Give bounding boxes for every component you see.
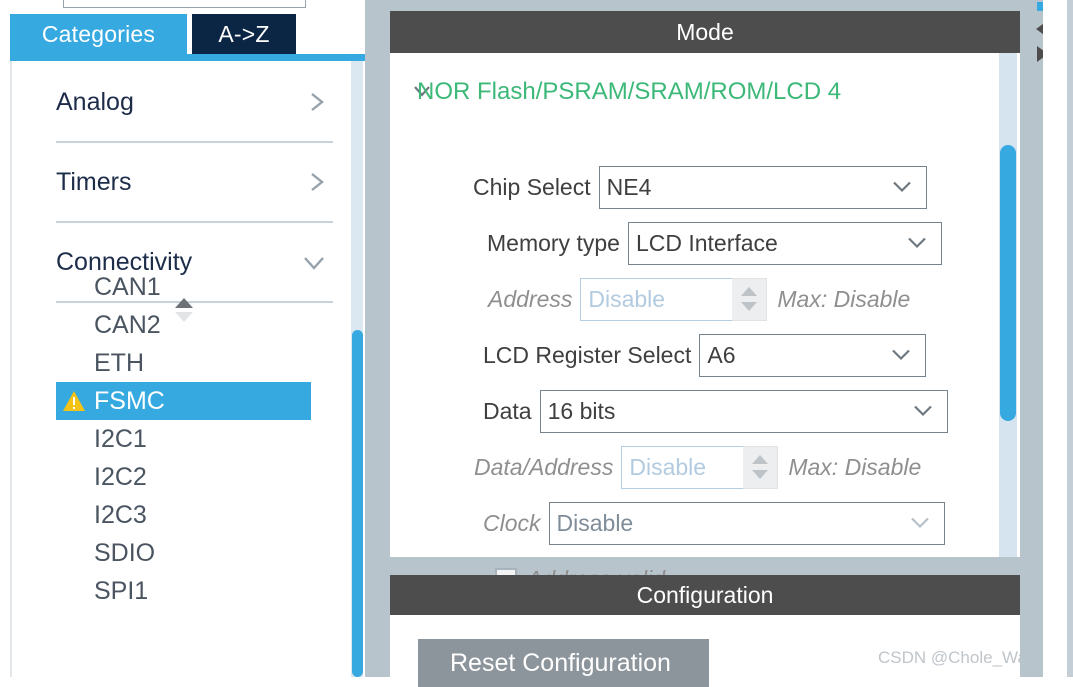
search-input[interactable]	[63, 0, 306, 8]
peripheral-item-i2c1[interactable]: I2C1	[56, 420, 311, 458]
field-row-data-address: Data/Address Disable Max: Disable	[474, 445, 921, 489]
spinner-up-icon	[752, 455, 769, 464]
field-row-address: Address Disable Max: Disable	[488, 277, 910, 321]
spinner-down-icon	[752, 470, 769, 479]
address-max-label: Max: Disable	[777, 285, 911, 312]
peripheral-label-eth: ETH	[94, 348, 144, 377]
tab-categories[interactable]: Categories	[10, 14, 187, 54]
peripheral-item-eth[interactable]: ETH	[56, 344, 311, 382]
memory-type-label: Memory type	[487, 229, 620, 256]
lcd-register-select-value: A6	[707, 341, 736, 368]
data-value: 16 bits	[547, 397, 616, 424]
memory-type-value: LCD Interface	[635, 229, 778, 256]
chevron-down-icon	[905, 230, 929, 257]
field-row-clock: Clock Disable	[483, 501, 945, 545]
configuration-panel-title: Configuration	[636, 581, 774, 608]
peripheral-label-i2c2: I2C2	[94, 462, 147, 491]
mode-panel-header: Mode	[390, 11, 1020, 53]
reset-configuration-label: Reset Configuration	[450, 648, 671, 677]
categories-sidebar: Categories A->Z Analog Timers Connectivi…	[0, 0, 373, 677]
spinner-up-icon	[741, 287, 758, 296]
field-row-lcd-register-select: LCD Register Select A6	[483, 333, 927, 377]
field-row-chip-select: Chip Select NE4	[473, 165, 927, 209]
data-label: Data	[483, 397, 532, 424]
peripheral-list: CAN1 CAN2 ETH FSMC I2C1 I2C2 I2C3 SDIO S…	[0, 268, 351, 610]
panel-splitter[interactable]	[371, 0, 385, 677]
chevron-down-icon	[889, 342, 913, 369]
chip-select-value: NE4	[606, 173, 652, 200]
warning-icon	[62, 390, 86, 412]
peripheral-label-can1: CAN1	[94, 272, 161, 301]
clock-label: Clock	[483, 509, 541, 536]
spinner-down-icon	[741, 302, 758, 311]
mode-panel-title: Mode	[676, 18, 734, 45]
chip-select-label: Chip Select	[473, 173, 591, 200]
peripheral-item-can1[interactable]: CAN1	[56, 268, 311, 306]
memory-type-dropdown[interactable]: LCD Interface	[627, 221, 942, 265]
sidebar-scrollbar-thumb[interactable]	[352, 330, 363, 677]
address-label: Address	[488, 285, 573, 312]
peripheral-item-sdio[interactable]: SDIO	[56, 534, 311, 572]
data-address-value: Disable	[629, 453, 707, 480]
category-item-timers[interactable]: Timers	[56, 143, 333, 223]
tab-a-to-z[interactable]: A->Z	[192, 14, 296, 54]
address-spinner[interactable]: Disable	[580, 277, 768, 321]
chip-select-dropdown[interactable]: NE4	[598, 165, 927, 209]
chevron-down-icon	[890, 174, 914, 201]
category-label-analog: Analog	[56, 87, 134, 116]
chevron-right-icon	[303, 89, 329, 115]
peripheral-label-i2c1: I2C1	[94, 424, 147, 453]
data-dropdown[interactable]: 16 bits	[539, 389, 948, 433]
category-label-timers: Timers	[56, 167, 132, 196]
mode-group-title: NOR Flash/PSRAM/SRAM/ROM/LCD 4	[417, 78, 842, 105]
chevron-right-icon	[303, 169, 329, 195]
mode-scrollbar-thumb[interactable]	[1000, 145, 1016, 421]
address-value: Disable	[588, 285, 666, 312]
data-address-max-label: Max: Disable	[788, 453, 922, 480]
right-panel-splitter[interactable]	[1020, 0, 1043, 677]
configuration-main-panel: Mode NOR Flash/PSRAM/SRAM/ROM/LCD 4 Chip…	[385, 0, 1073, 687]
peripheral-item-fsmc[interactable]: FSMC	[56, 382, 311, 420]
right-edge-background	[1043, 0, 1067, 677]
address-input[interactable]: Disable	[580, 277, 733, 321]
peripheral-label-sdio: SDIO	[94, 538, 156, 567]
reset-configuration-button[interactable]: Reset Configuration	[418, 639, 709, 687]
address-spinner-buttons[interactable]	[732, 277, 768, 321]
lcd-register-select-label: LCD Register Select	[483, 341, 692, 368]
clock-dropdown[interactable]: Disable	[548, 501, 945, 545]
tab-underline	[10, 54, 373, 61]
chevron-down-icon	[911, 398, 935, 425]
peripheral-item-spi1[interactable]: SPI1	[56, 572, 311, 610]
peripheral-label-fsmc: FSMC	[94, 386, 165, 415]
sidebar-tabs: Categories A->Z	[10, 14, 371, 54]
field-row-memory-type: Memory type LCD Interface	[487, 221, 942, 265]
tab-a-to-z-label: A->Z	[218, 20, 270, 47]
data-address-label: Data/Address	[474, 453, 614, 480]
data-address-spinner-buttons[interactable]	[743, 445, 779, 489]
data-address-spinner[interactable]: Disable	[621, 445, 779, 489]
clock-value: Disable	[556, 509, 634, 536]
peripheral-item-i2c2[interactable]: I2C2	[56, 458, 311, 496]
peripheral-label-can2: CAN2	[94, 310, 161, 339]
peripheral-item-can2[interactable]: CAN2	[56, 306, 311, 344]
right-edge-divider	[1067, 0, 1073, 677]
peripheral-label-spi1: SPI1	[94, 576, 149, 605]
peripheral-item-i2c3[interactable]: I2C3	[56, 496, 311, 534]
tab-categories-label: Categories	[41, 20, 156, 47]
field-row-data: Data 16 bits	[483, 389, 948, 433]
chevron-down-icon	[908, 510, 932, 537]
lcd-register-select-dropdown[interactable]: A6	[699, 333, 927, 377]
configuration-panel-header: Configuration	[390, 575, 1020, 615]
peripheral-label-i2c3: I2C3	[94, 500, 147, 529]
category-item-analog[interactable]: Analog	[56, 63, 333, 143]
data-address-input[interactable]: Disable	[621, 445, 744, 489]
mode-panel-body: NOR Flash/PSRAM/SRAM/ROM/LCD 4 Chip Sele…	[390, 53, 1020, 592]
